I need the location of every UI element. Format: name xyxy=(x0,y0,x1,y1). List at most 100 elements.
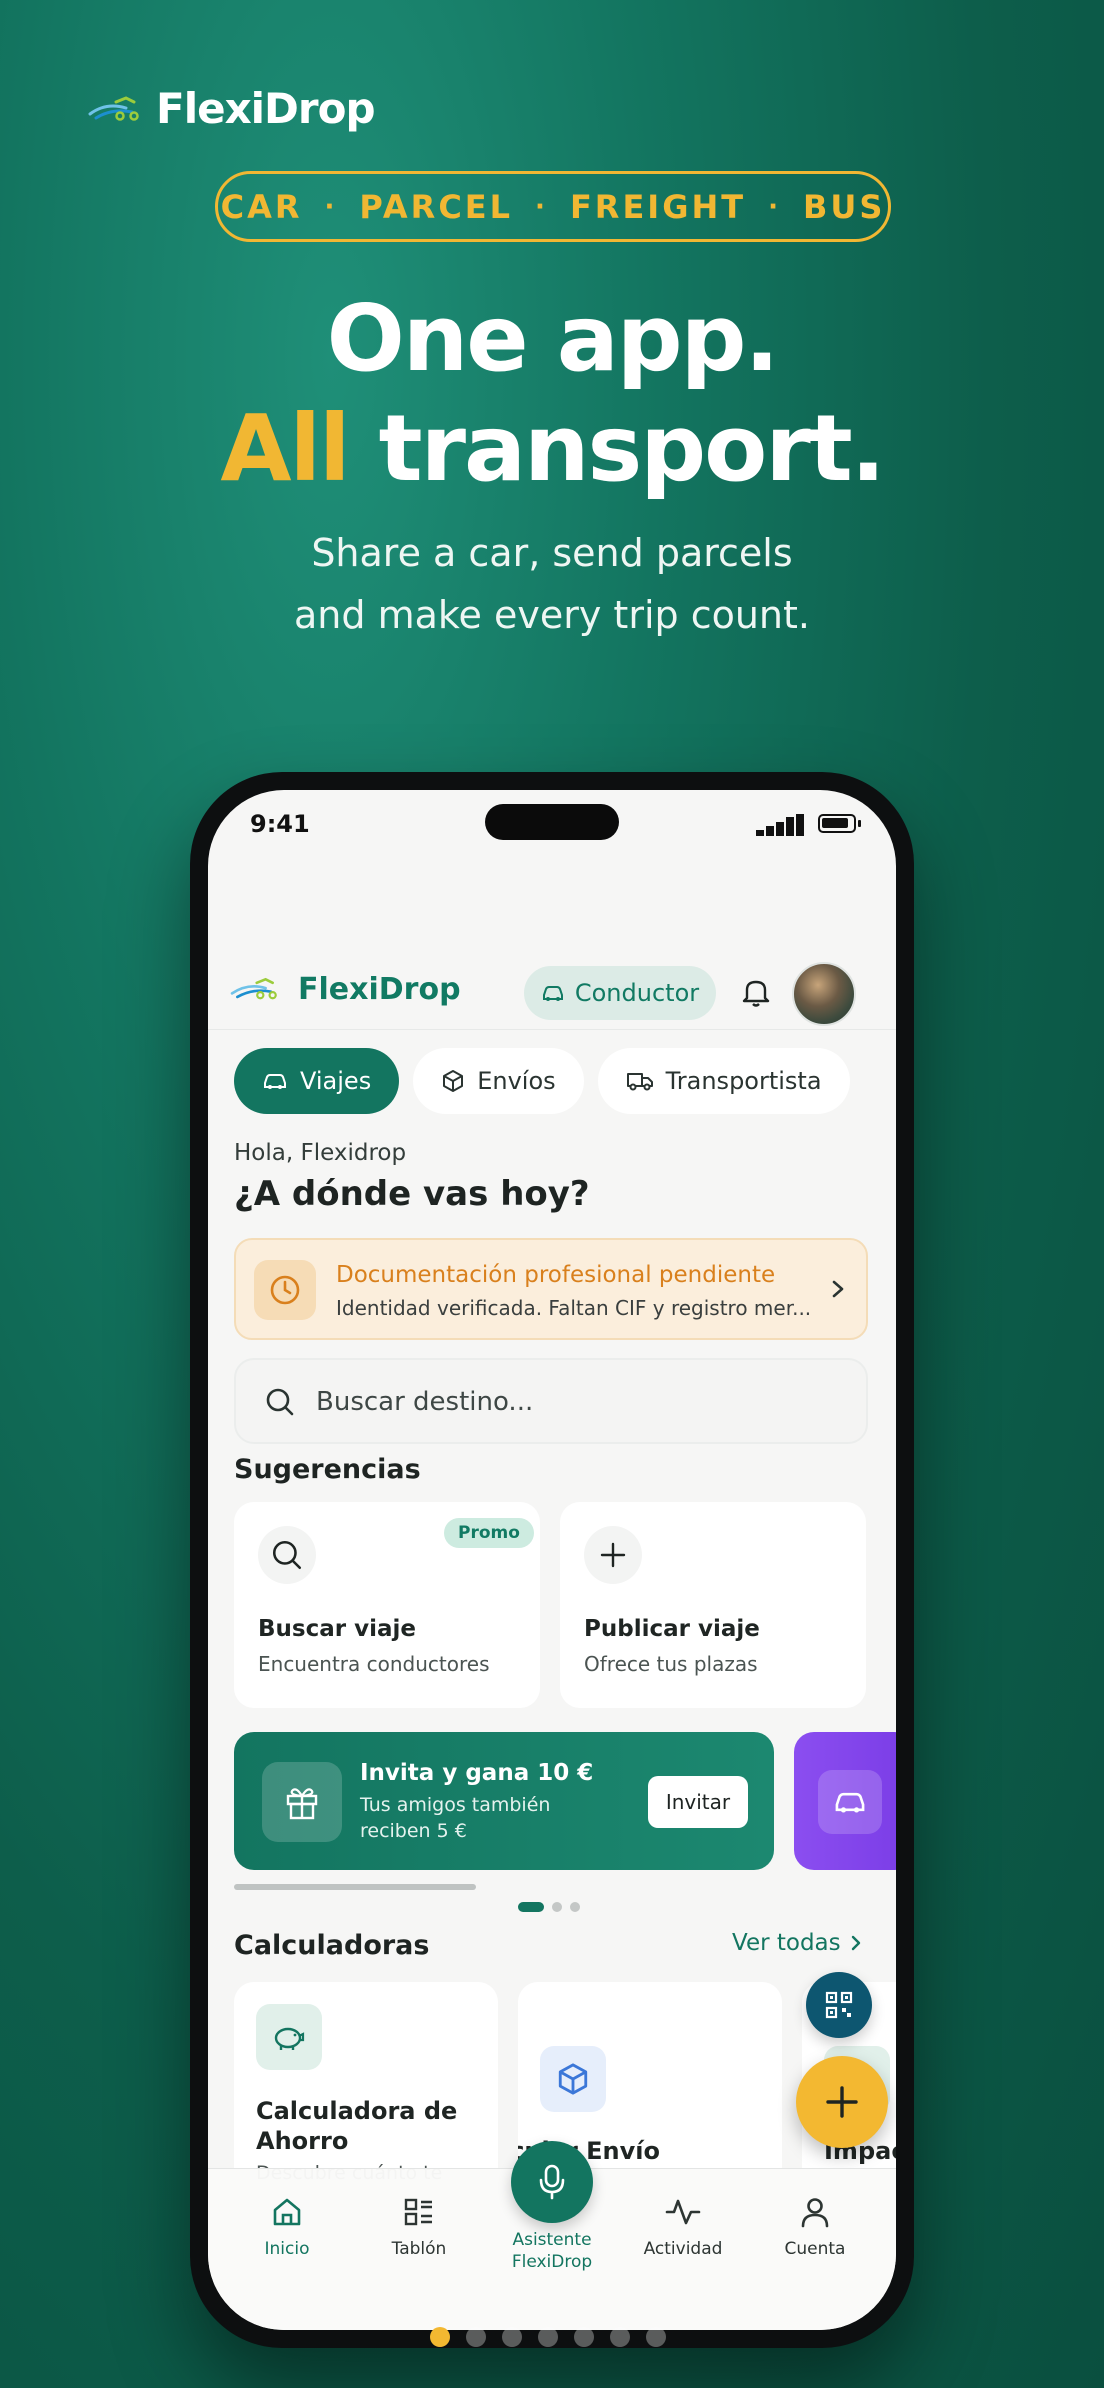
plus-icon xyxy=(584,1526,642,1584)
mode-car: CAR xyxy=(220,187,303,226)
separator-dot: · xyxy=(768,191,781,222)
mode-freight: FREIGHT xyxy=(569,187,747,226)
status-time: 9:41 xyxy=(250,810,310,838)
nav-label: Tablón xyxy=(391,2239,447,2259)
brand: FlexiDrop xyxy=(86,84,376,133)
hero-line-2-rest: transport. xyxy=(348,395,886,502)
qr-scan-button[interactable] xyxy=(806,1972,872,2038)
page-dot xyxy=(610,2327,630,2347)
battery-icon xyxy=(818,814,856,833)
pager-dot[interactable] xyxy=(570,1902,580,1912)
nav-label-line-2: FlexiDrop xyxy=(511,2252,593,2272)
gift-icon xyxy=(262,1762,342,1842)
hero-subtitle: Share a car, send parcels and make every… xyxy=(0,522,1104,646)
invite-banner[interactable]: Invita y gana 10 € Tus amigos también re… xyxy=(234,1732,774,1870)
suggestion-card-publicar-viaje[interactable]: Publicar viaje Ofrece tus plazas xyxy=(560,1502,866,1708)
app-name: FlexiDrop xyxy=(298,972,461,1007)
clock-icon xyxy=(254,1260,316,1320)
promo-banner-next[interactable] xyxy=(794,1732,896,1870)
tab-label: Viajes xyxy=(300,1067,372,1095)
alert-text: Identidad verificada. Faltan CIF y regis… xyxy=(336,1296,812,1320)
nav-label: Cuenta xyxy=(784,2239,846,2259)
nav-asistente-label[interactable]: Asistente FlexiDrop xyxy=(482,2229,622,2273)
page-title: ¿A dónde vas hoy? xyxy=(234,1174,590,1214)
hero-line-1: One app. xyxy=(326,285,780,392)
status-bar: 9:41 xyxy=(208,790,896,850)
board-icon xyxy=(364,2191,474,2233)
invite-button[interactable]: Invitar xyxy=(648,1776,748,1828)
app-header: FlexiDrop Conductor xyxy=(208,950,896,1030)
package-icon xyxy=(443,1070,464,1092)
calculator-title: Calculadora de Ahorro xyxy=(256,2097,458,2155)
nav-tablon[interactable]: Tablón xyxy=(364,2191,474,2259)
see-all-label: Ver todas xyxy=(732,1930,841,1956)
bell-icon xyxy=(742,980,770,1007)
notifications-button[interactable] xyxy=(736,970,776,1014)
tab-envios[interactable]: Envíos xyxy=(413,1048,584,1114)
signal-icon xyxy=(756,814,804,836)
pager-dot[interactable] xyxy=(552,1902,562,1912)
page-dot xyxy=(502,2327,522,2347)
nav-label: Inicio xyxy=(264,2239,310,2259)
dynamic-island xyxy=(485,804,619,840)
alert-title: Documentación profesional pendiente xyxy=(336,1262,776,1288)
suggestion-title: Buscar viaje xyxy=(258,1616,416,1642)
role-switch-button[interactable]: Conductor xyxy=(524,966,716,1020)
battery-tip xyxy=(858,820,861,827)
transport-modes-badge: CAR · PARCEL · FREIGHT · BUS xyxy=(215,171,891,242)
phone-screen: 9:41 FlexiDrop Conductor Viajes Envíos T… xyxy=(208,790,896,2330)
nav-cuenta[interactable]: Cuenta xyxy=(760,2191,870,2259)
car-icon xyxy=(264,1074,286,1089)
car-icon xyxy=(818,1770,882,1834)
nav-actividad[interactable]: Actividad xyxy=(628,2191,738,2259)
suggestions-title: Sugerencias xyxy=(234,1454,421,1485)
page-dot xyxy=(574,2327,594,2347)
hero-accent-word: All xyxy=(220,395,350,502)
pending-docs-alert[interactable]: Documentación profesional pendiente Iden… xyxy=(234,1238,868,1340)
carousel-scrollbar[interactable] xyxy=(234,1884,476,1890)
calculators-title: Calculadoras xyxy=(234,1930,430,1961)
chevron-right-icon xyxy=(851,1935,860,1951)
search-icon xyxy=(266,1388,294,1416)
separator-dot: · xyxy=(324,191,338,222)
pager-dot-active[interactable] xyxy=(518,1902,544,1912)
banner-text: Tus amigos también reciben 5 € xyxy=(360,1794,551,1842)
plus-icon xyxy=(826,2086,858,2118)
search-placeholder: Buscar destino... xyxy=(316,1387,534,1417)
hero-line-2: All transport. xyxy=(0,395,1104,502)
nav-inicio[interactable]: Inicio xyxy=(232,2191,342,2259)
user-icon xyxy=(760,2191,870,2233)
suggestion-card-buscar-viaje[interactable]: Promo Buscar viaje Encuentra conductores xyxy=(234,1502,540,1708)
microphone-icon xyxy=(539,2164,565,2200)
page-dot-active xyxy=(430,2327,450,2347)
page-dot xyxy=(466,2327,486,2347)
see-all-link[interactable]: Ver todas xyxy=(732,1930,863,1956)
page-dot xyxy=(538,2327,558,2347)
app-logo-icon xyxy=(230,977,277,1000)
home-icon xyxy=(232,2191,342,2233)
suggestion-text: Encuentra conductores xyxy=(258,1652,490,1676)
add-fab-button[interactable] xyxy=(796,2056,888,2148)
suggestion-title: Publicar viaje xyxy=(584,1616,760,1642)
subtitle-line-1: Share a car, send parcels xyxy=(311,531,793,575)
banner-title: Invita y gana 10 € xyxy=(360,1760,594,1786)
suggestion-text: Ofrece tus plazas xyxy=(584,1652,758,1676)
role-label: Conductor xyxy=(574,979,700,1007)
chevron-right-icon xyxy=(832,1280,844,1298)
avatar[interactable] xyxy=(792,962,856,1026)
greeting: Hola, Flexidrop xyxy=(234,1140,407,1166)
page-dot xyxy=(646,2327,666,2347)
carousel-pager xyxy=(518,1902,580,1912)
assistant-mic-button[interactable] xyxy=(511,2141,593,2223)
tab-label: Transportista xyxy=(665,1067,822,1095)
tab-viajes[interactable]: Viajes xyxy=(234,1048,400,1114)
cube-icon xyxy=(540,2046,606,2112)
screenshot-page-indicator xyxy=(430,2327,666,2347)
car-icon xyxy=(542,986,563,1001)
tab-transportista[interactable]: Transportista xyxy=(597,1048,850,1114)
truck-icon xyxy=(626,1073,653,1091)
bottom-nav: Inicio Tablón Asistente FlexiDrop Activi… xyxy=(208,2141,896,2330)
mode-tabs: Viajes Envíos Transportista xyxy=(234,1048,850,1114)
mode-bus: BUS xyxy=(802,187,886,226)
destination-search[interactable]: Buscar destino... xyxy=(234,1358,868,1444)
